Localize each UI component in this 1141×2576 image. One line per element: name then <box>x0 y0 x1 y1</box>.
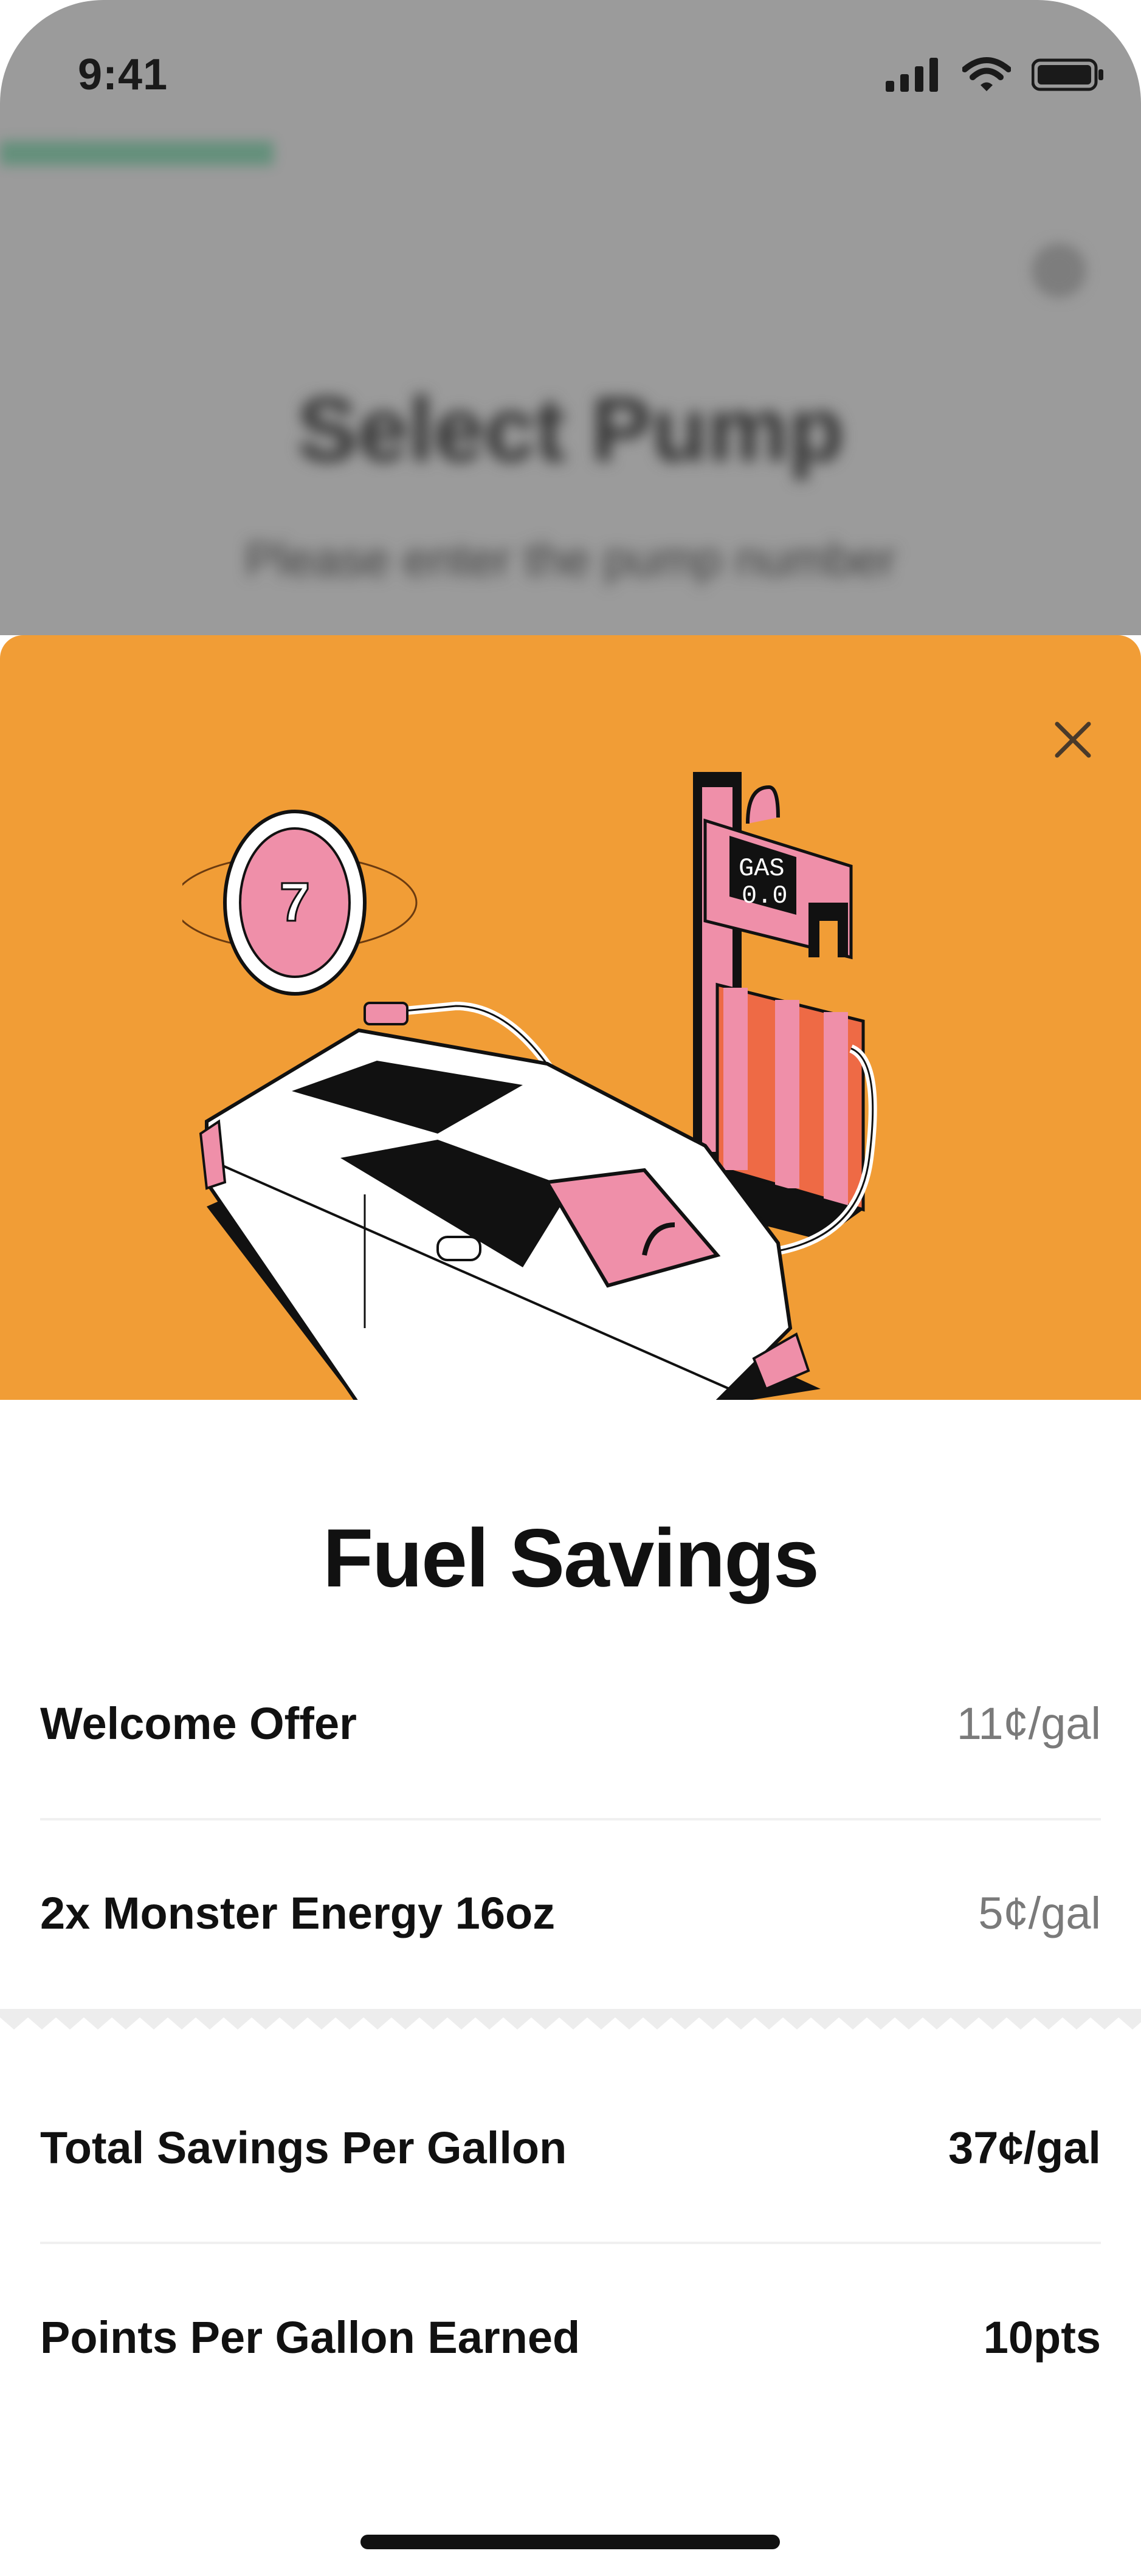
offer-label: Welcome Offer <box>40 1698 357 1749</box>
offer-row-welcome: Welcome Offer 11¢/gal <box>40 1681 1101 1766</box>
wifi-icon <box>962 57 1011 91</box>
close-icon[interactable] <box>1036 703 1109 776</box>
status-bar: 9:41 <box>0 0 1141 140</box>
settings-icon <box>1032 243 1086 298</box>
battery-icon <box>1032 58 1103 91</box>
progress-bar <box>0 141 274 165</box>
home-indicator[interactable] <box>360 2535 780 2549</box>
summary-label: Points Per Gallon Earned <box>40 2312 581 2363</box>
offer-value: 11¢/gal <box>956 1698 1101 1749</box>
signal-icon <box>886 58 938 92</box>
fuel-savings-sheet: 7 GAS 0.0 Fuel Savings Welcome Offer 11¢… <box>0 635 1141 2576</box>
summary-label: Total Savings Per Gallon <box>40 2122 567 2173</box>
background-title: Select Pump <box>297 378 844 480</box>
points-earned-row: Points Per Gallon Earned 10pts <box>40 2295 1101 2380</box>
status-time: 9:41 <box>78 50 168 99</box>
phone-screen: Select Pump Please enter the pump number… <box>0 0 1141 2576</box>
row-divider <box>40 2242 1101 2244</box>
offer-value: 5¢/gal <box>978 1887 1101 1938</box>
summary-value: 10pts <box>983 2312 1101 2363</box>
hero-banner: 7 GAS 0.0 <box>0 635 1141 1400</box>
receipt-tear-divider <box>0 2009 1141 2033</box>
offer-label: 2x Monster Energy 16oz <box>40 1887 556 1938</box>
pump-display: GAS <box>739 854 785 883</box>
gas-station-illustration: 7 GAS 0.0 <box>182 772 877 1400</box>
svg-text:0.0: 0.0 <box>742 881 788 911</box>
modal-title: Fuel Savings <box>323 1512 819 1604</box>
status-icons <box>886 57 1105 92</box>
coin-label: 7 <box>280 872 310 933</box>
summary-value: 37¢/gal <box>948 2122 1101 2173</box>
total-savings-row: Total Savings Per Gallon 37¢/gal <box>40 2105 1101 2190</box>
row-divider <box>40 1818 1101 1820</box>
background-subtitle: Please enter the pump number <box>245 532 896 586</box>
offer-row-monster-energy: 2x Monster Energy 16oz 5¢/gal <box>40 1870 1101 1955</box>
